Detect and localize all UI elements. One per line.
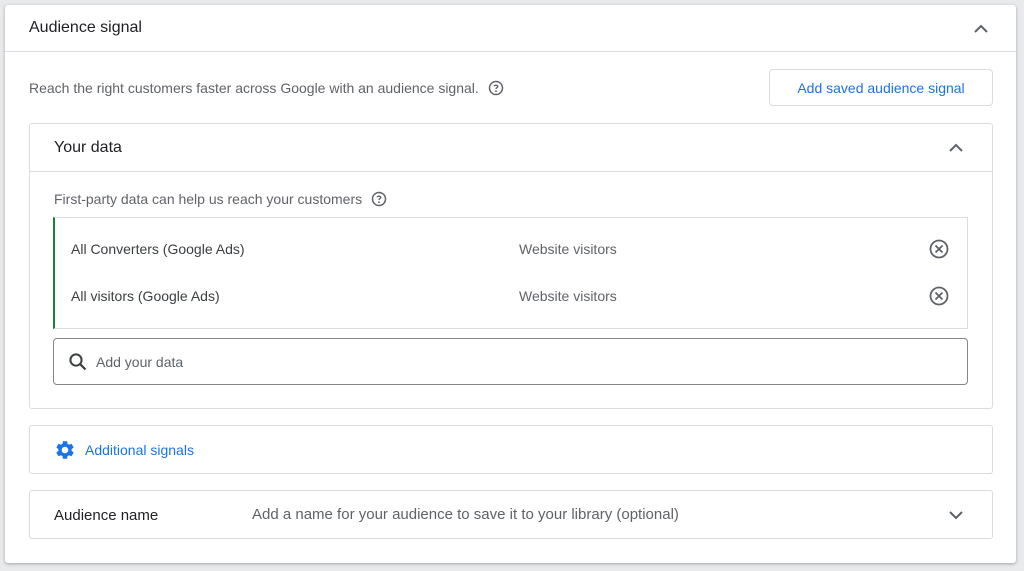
- chevron-up-icon[interactable]: [971, 19, 991, 39]
- first-party-text: First-party data can help us reach your …: [54, 191, 387, 207]
- audience-signal-title: Audience signal: [29, 19, 142, 36]
- close-circle-icon[interactable]: [928, 238, 950, 260]
- add-your-data-input[interactable]: [96, 347, 946, 377]
- help-circle-icon[interactable]: [488, 80, 504, 96]
- add-saved-audience-signal-button[interactable]: Add saved audience signal: [769, 69, 993, 106]
- item-name: All Converters (Google Ads): [71, 241, 245, 257]
- intro-text: Reach the right customers faster across …: [29, 80, 479, 96]
- audience-signal-intro: Reach the right customers faster across …: [29, 80, 504, 96]
- gear-icon: [54, 439, 76, 461]
- audience-name-label: Audience name: [54, 507, 159, 524]
- chevron-down-icon[interactable]: [946, 505, 966, 525]
- item-type: Website visitors: [519, 288, 617, 304]
- audience-name-panel[interactable]: Audience name Add a name for your audien…: [29, 490, 993, 539]
- selected-data-list: All Converters (Google Ads) Website visi…: [53, 217, 968, 329]
- list-item: All Converters (Google Ads) Website visi…: [55, 226, 967, 272]
- additional-signals-link[interactable]: Additional signals: [85, 442, 194, 458]
- help-circle-icon[interactable]: [371, 191, 387, 207]
- your-data-header[interactable]: Your data: [30, 124, 992, 172]
- list-item: All visitors (Google Ads) Website visito…: [55, 273, 967, 319]
- audience-name-hint: Add a name for your audience to save it …: [252, 506, 679, 523]
- add-your-data-search[interactable]: [53, 338, 968, 385]
- audience-signal-header[interactable]: Audience signal: [5, 5, 1016, 52]
- item-type: Website visitors: [519, 241, 617, 257]
- search-icon: [68, 352, 88, 372]
- your-data-title: Your data: [54, 139, 122, 156]
- chevron-up-icon[interactable]: [946, 138, 966, 158]
- item-name: All visitors (Google Ads): [71, 288, 220, 304]
- audience-signal-card: Audience signal Reach the right customer…: [5, 5, 1016, 563]
- your-data-panel: Your data First-party data can help us r…: [29, 123, 993, 409]
- close-circle-icon[interactable]: [928, 285, 950, 307]
- additional-signals-panel[interactable]: Additional signals: [29, 425, 993, 474]
- first-party-label: First-party data can help us reach your …: [54, 191, 363, 207]
